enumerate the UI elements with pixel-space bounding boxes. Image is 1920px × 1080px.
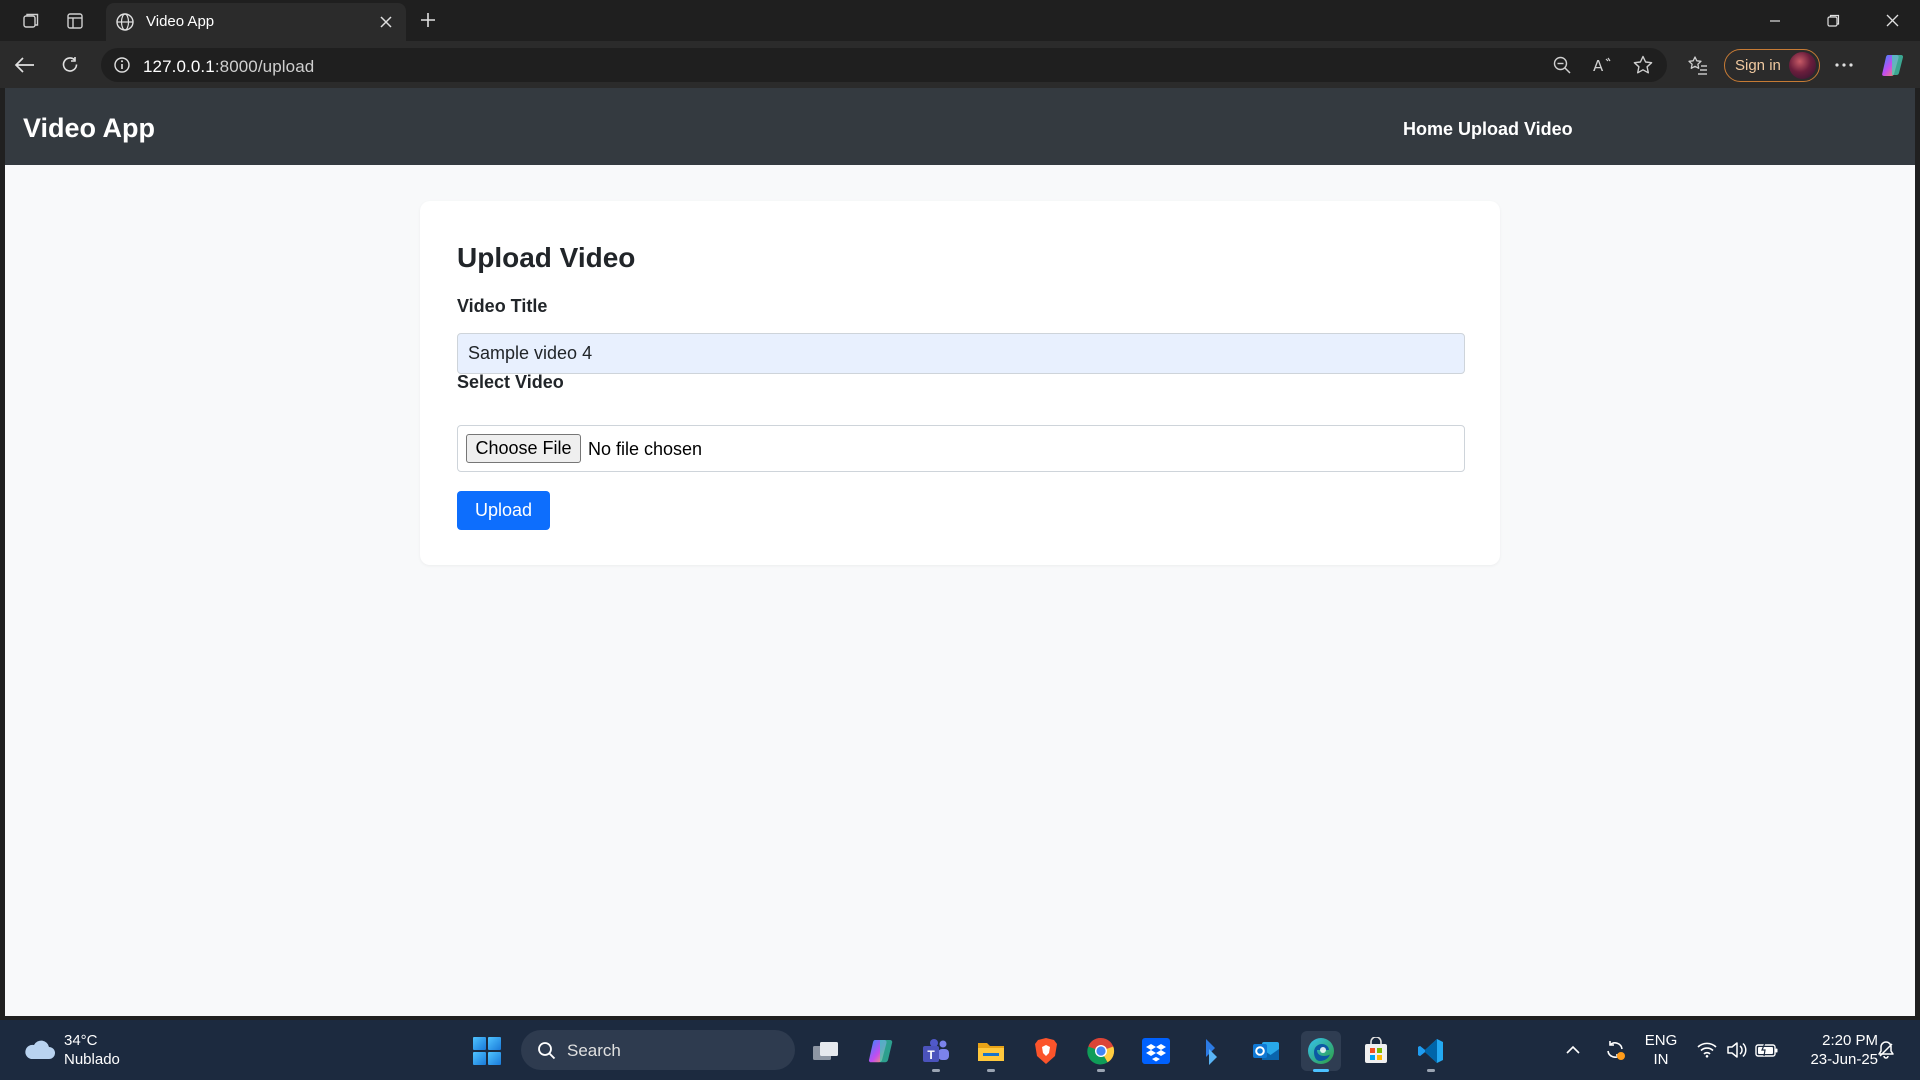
address-bar[interactable]: 127.0.0.1:8000/upload A bbox=[101, 48, 1667, 82]
weather-temperature[interactable]: 34°C bbox=[64, 1032, 98, 1049]
clock-time[interactable]: 2:20 PM bbox=[1794, 1032, 1878, 1049]
browser-toolbar: 127.0.0.1:8000/upload A Sign in bbox=[0, 41, 1920, 88]
close-window-icon[interactable] bbox=[1864, 0, 1920, 41]
windows-taskbar: 34°C Nublado Search T ENG IN 2:20 PM 23-… bbox=[0, 1020, 1920, 1080]
chevron-up-icon[interactable] bbox=[1561, 1038, 1585, 1062]
running-indicator bbox=[1427, 1069, 1435, 1072]
language-region[interactable]: IN bbox=[1643, 1051, 1679, 1068]
video-title-label: Video Title bbox=[457, 296, 548, 316]
svg-text:A: A bbox=[1593, 57, 1604, 75]
back-arrow-icon[interactable] bbox=[11, 51, 39, 79]
video-title-input[interactable] bbox=[457, 333, 1465, 374]
video-file-input[interactable]: Choose File No file chosen bbox=[457, 425, 1465, 472]
cloud-weather-icon[interactable] bbox=[22, 1035, 56, 1063]
upload-button[interactable]: Upload bbox=[457, 491, 550, 530]
select-video-label: Select Video bbox=[457, 372, 564, 392]
workspaces-icon[interactable] bbox=[16, 8, 46, 34]
teams-icon[interactable]: T bbox=[916, 1031, 956, 1072]
read-aloud-icon[interactable]: A bbox=[1590, 53, 1616, 77]
close-tab-icon[interactable] bbox=[374, 10, 398, 34]
running-indicator bbox=[987, 1069, 995, 1072]
language-code[interactable]: ENG bbox=[1643, 1032, 1679, 1049]
site-navbar: Video App Home Upload Video bbox=[5, 88, 1915, 165]
vertical-tabs-icon[interactable] bbox=[60, 8, 90, 34]
running-indicator bbox=[1097, 1069, 1105, 1072]
search-label: Search bbox=[567, 1041, 621, 1060]
tab-title: Video App bbox=[146, 13, 215, 30]
nav-link-upload-video[interactable]: Upload Video bbox=[1458, 119, 1573, 140]
page-viewport: Video App Home Upload Video Upload Video… bbox=[5, 88, 1915, 1016]
vscode-icon[interactable] bbox=[1411, 1031, 1451, 1072]
active-indicator bbox=[1313, 1069, 1329, 1072]
more-options-icon[interactable] bbox=[1829, 51, 1859, 79]
microsoft-store-icon[interactable] bbox=[1356, 1031, 1396, 1071]
url-text: 127.0.0.1:8000/upload bbox=[143, 57, 314, 77]
task-view-icon[interactable] bbox=[806, 1031, 846, 1071]
copilot-app-icon[interactable] bbox=[861, 1031, 901, 1071]
restore-icon[interactable] bbox=[1805, 0, 1861, 41]
running-indicator bbox=[932, 1069, 940, 1072]
notification-bell-icon[interactable] bbox=[1874, 1038, 1898, 1062]
weather-description[interactable]: Nublado bbox=[64, 1051, 120, 1068]
file-explorer-icon[interactable] bbox=[971, 1031, 1011, 1072]
navbar-brand[interactable]: Video App bbox=[23, 113, 155, 144]
minimize-icon[interactable] bbox=[1747, 0, 1803, 41]
url-path: :8000/upload bbox=[214, 57, 315, 76]
page-title: Upload Video bbox=[457, 242, 636, 273]
chrome-icon[interactable] bbox=[1081, 1031, 1121, 1072]
file-status-text: No file chosen bbox=[588, 439, 703, 459]
choose-file-button[interactable]: Choose File bbox=[466, 434, 581, 463]
battery-icon[interactable] bbox=[1755, 1038, 1779, 1062]
svg-text:T: T bbox=[927, 1048, 935, 1062]
nav-link-home[interactable]: Home bbox=[1403, 119, 1453, 140]
volume-icon[interactable] bbox=[1725, 1038, 1749, 1062]
dropbox-icon[interactable] bbox=[1136, 1031, 1176, 1071]
copilot-icon[interactable] bbox=[1878, 51, 1908, 79]
sign-in-button[interactable]: Sign in bbox=[1724, 49, 1820, 82]
edge-browser-icon[interactable] bbox=[1301, 1031, 1341, 1072]
sync-icon[interactable] bbox=[1603, 1038, 1627, 1062]
browser-tab-bar: Video App bbox=[0, 0, 1920, 41]
favorite-star-icon[interactable] bbox=[1630, 53, 1656, 77]
refresh-icon[interactable] bbox=[56, 51, 84, 79]
upload-card: Upload Video Video Title Select Video Ch… bbox=[420, 201, 1500, 565]
new-tab-icon[interactable] bbox=[414, 7, 442, 33]
zoom-out-icon[interactable] bbox=[1549, 53, 1575, 77]
globe-icon bbox=[114, 11, 136, 33]
taskbar-search[interactable]: Search bbox=[521, 1030, 795, 1070]
profile-avatar bbox=[1789, 52, 1816, 79]
wifi-icon[interactable] bbox=[1695, 1038, 1719, 1062]
search-icon bbox=[538, 1042, 556, 1060]
brave-browser-icon[interactable] bbox=[1026, 1031, 1066, 1071]
power-automate-icon[interactable] bbox=[1191, 1031, 1231, 1071]
outlook-icon[interactable] bbox=[1246, 1031, 1286, 1071]
clock-date[interactable]: 23-Jun-25 bbox=[1794, 1051, 1878, 1068]
url-host: 127.0.0.1 bbox=[143, 57, 215, 76]
browser-tab-video-app[interactable]: Video App bbox=[106, 3, 406, 41]
windows-start-icon[interactable] bbox=[472, 1036, 502, 1066]
sign-in-label: Sign in bbox=[1735, 57, 1781, 74]
favorites-icon[interactable] bbox=[1683, 51, 1713, 79]
site-info-icon[interactable] bbox=[109, 53, 135, 77]
